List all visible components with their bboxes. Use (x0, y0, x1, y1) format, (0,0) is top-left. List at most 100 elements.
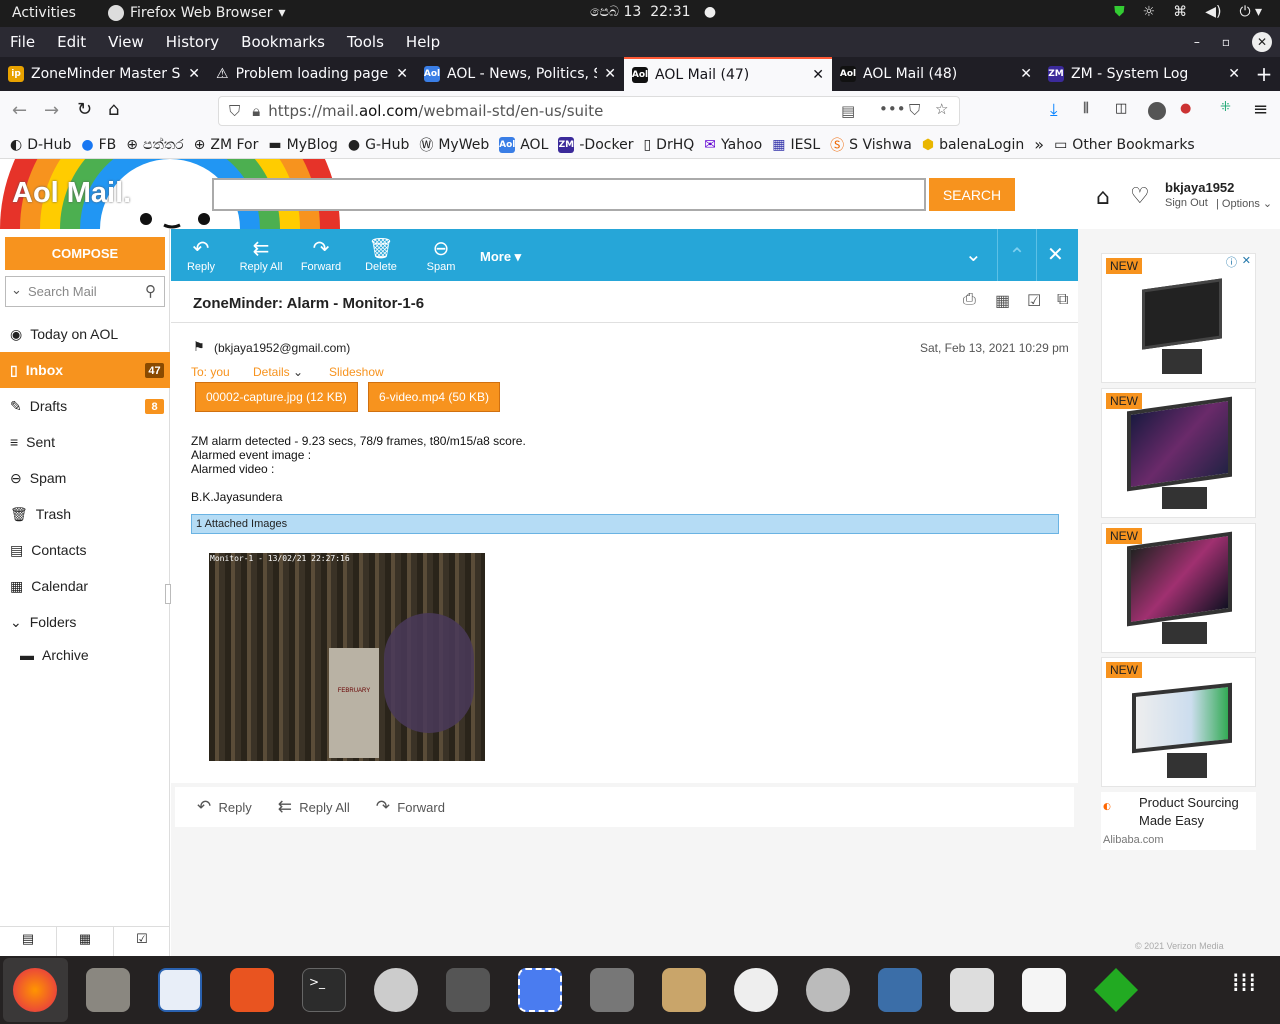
flag-icon[interactable]: ⚑ (193, 339, 205, 355)
aol-search-input[interactable] (212, 178, 926, 211)
power-stats-icon[interactable] (1094, 968, 1138, 1012)
other-bookmarks[interactable]: ▭ Other Bookmarks (1054, 137, 1195, 153)
calendar-icon[interactable]: ▦ (57, 927, 114, 956)
users-icon[interactable] (374, 968, 418, 1012)
nav-spam[interactable]: ⊖ Spam (0, 460, 170, 496)
bookmark-zm-for[interactable]: ⊕ ZM For (194, 137, 259, 153)
bookmark-star-icon[interactable]: ☆ (935, 100, 948, 118)
attachment-capture[interactable]: 00002-capture.jpg (12 KB) (195, 382, 358, 412)
reply-button[interactable]: ↶ Reply (171, 237, 231, 273)
sign-out-link[interactable]: Sign Out (1165, 197, 1208, 209)
ad-tile[interactable]: NEW ⓘ ✕ (1101, 253, 1256, 383)
bookmark-myblog[interactable]: ▬ MyBlog (268, 137, 338, 153)
task-icon[interactable]: ☑ (1027, 291, 1041, 311)
menu-edit[interactable]: Edit (57, 33, 86, 51)
ad-tile[interactable]: NEW (1101, 388, 1256, 518)
updater-icon[interactable] (734, 968, 778, 1012)
print-icon[interactable]: ⎙ (963, 291, 976, 309)
calendar-icon[interactable]: ▦ (995, 291, 1010, 311)
activities-button[interactable]: Activities (12, 5, 76, 21)
firefox-icon[interactable] (13, 968, 57, 1012)
files-icon[interactable] (86, 968, 130, 1012)
menu-file[interactable]: File (10, 33, 35, 51)
nav-contacts[interactable]: ▤ Contacts (0, 532, 170, 568)
extension-icon[interactable]: ● (1180, 101, 1191, 116)
bookmark-yahoo[interactable]: ✉ Yahoo (704, 137, 762, 153)
menu-tools[interactable]: Tools (347, 33, 384, 51)
popout-icon[interactable]: ⧉ (1057, 291, 1068, 309)
reply-all-button[interactable]: ⇇ Reply All (231, 237, 291, 273)
home-icon[interactable]: ⌂ (1096, 185, 1110, 210)
download-icon[interactable]: ⤓ (1050, 100, 1058, 120)
bookmark-iesl[interactable]: ▦ IESL (772, 137, 820, 153)
forward-link[interactable]: ↷ Forward (376, 797, 445, 817)
bookmark-docker[interactable]: ZM -Docker (558, 136, 633, 153)
nav-inbox[interactable]: ▯ Inbox 47 (0, 352, 170, 388)
vm-icon[interactable] (446, 968, 490, 1012)
options-link[interactable]: | Options ⌄ (1216, 197, 1272, 210)
compose-button[interactable]: COMPOSE (5, 237, 165, 270)
archive-manager-icon[interactable] (662, 968, 706, 1012)
close-tab-icon[interactable]: ✕ (604, 66, 616, 82)
close-tab-icon[interactable]: ✕ (1228, 66, 1240, 82)
bookmark-balenalogin[interactable]: ⬢ balenaLogin (922, 137, 1024, 153)
sidebar-icon[interactable]: ◫ (1115, 101, 1127, 116)
more-button[interactable]: More ▾ (480, 249, 521, 265)
forward-button[interactable]: ↷ Forward (291, 237, 351, 273)
chevron-up-icon[interactable]: ⌃ (997, 229, 1037, 281)
slideshow-link[interactable]: Slideshow (329, 365, 384, 379)
tab-aol-mail-48[interactable]: Aol AOL Mail (48) ✕ (832, 57, 1040, 91)
details-link[interactable]: Details ⌄ (253, 365, 303, 379)
bookmark-aol[interactable]: Aol AOL (499, 136, 548, 153)
gimp-icon[interactable] (590, 968, 634, 1012)
heart-icon[interactable]: ♡ (1130, 184, 1150, 209)
camera-snapshot[interactable]: FEBRUARY Monitor-1 - 13/02/21 22:27:16 (209, 553, 485, 761)
text-editor-icon[interactable] (1022, 968, 1066, 1012)
contacts-card-icon[interactable]: ▤ (0, 927, 57, 956)
nav-sent[interactable]: ≡ Sent (0, 424, 170, 460)
search-mail-input[interactable]: ⌄ Search Mail ⚲ (5, 276, 165, 307)
back-icon[interactable]: ← (12, 100, 27, 121)
close-tab-icon[interactable]: ✕ (812, 67, 824, 83)
library-icon[interactable]: ⫼ (1083, 101, 1089, 116)
disks-icon[interactable] (806, 968, 850, 1012)
terminal-icon[interactable]: >_ (302, 968, 346, 1012)
ad-info-icon[interactable]: ⓘ (1226, 254, 1237, 270)
nav-drafts[interactable]: ✎ Drafts 8 (0, 388, 170, 424)
bookmark-d-hub[interactable]: ◐ D-Hub (10, 137, 71, 153)
new-tab-button[interactable]: + (1248, 57, 1280, 91)
url-bar[interactable]: ⛉ 🔒︎ https://mail. aol.com/webmail-std/en… (218, 96, 960, 126)
reply-link[interactable]: ↶ Reply (197, 797, 252, 817)
minimize-icon[interactable]: – (1194, 35, 1200, 49)
apps-icon[interactable]: ⁜ (1220, 100, 1231, 115)
close-tab-icon[interactable]: ✕ (1020, 66, 1032, 82)
reader-view-icon[interactable]: ▤ (841, 102, 855, 120)
nav-trash[interactable]: 🗑︎ Trash (0, 496, 170, 532)
nav-today-on-aol[interactable]: ◉ Today on AOL (0, 316, 170, 352)
reply-all-link[interactable]: ⇇ Reply All (278, 797, 350, 817)
tab-problem-loading[interactable]: ⚠ Problem loading page ✕ (208, 57, 416, 91)
reload-icon[interactable]: ↻ (77, 99, 92, 120)
nav-archive[interactable]: ▬ Archive (0, 637, 170, 673)
tab-zoneminder-master[interactable]: ip ZoneMinder Master Sr ✕ (0, 57, 208, 91)
ad-tile[interactable]: NEW (1101, 523, 1256, 653)
page-actions-icon[interactable]: ••• (879, 100, 906, 118)
nav-folders[interactable]: ⌄ Folders (0, 604, 170, 640)
font-viewer-icon[interactable] (950, 968, 994, 1012)
close-tab-icon[interactable]: ✕ (396, 66, 408, 82)
close-icon[interactable]: ✕ (1242, 254, 1251, 267)
app-menu[interactable]: Firefox Web Browser ▾ (108, 5, 286, 21)
media-icon[interactable] (878, 968, 922, 1012)
menu-history[interactable]: History (166, 33, 219, 51)
clock[interactable]: පෙබ 13 22:31 ● (590, 4, 716, 20)
tab-aol-mail-47[interactable]: Aol AOL Mail (47) ✕ (624, 57, 832, 91)
system-tray[interactable]: ⛊ ☼ ⌘ ◀) ⏻ ▾ (1114, 4, 1262, 20)
spam-button[interactable]: ⊖ Spam (411, 237, 471, 273)
menu-bookmarks[interactable]: Bookmarks (241, 33, 325, 51)
delete-button[interactable]: 🗑︎ Delete (351, 237, 411, 273)
show-apps-icon[interactable]: ⁞⁞⁞ (1222, 968, 1266, 1012)
bookmark-s-vishwa[interactable]: Ⓢ S Vishwa (830, 135, 912, 155)
more-bookmarks-icon[interactable]: » (1034, 135, 1044, 154)
ad-text-block[interactable]: ◐ Product Sourcing Made Easy Alibaba.com (1101, 792, 1256, 850)
attachment-video[interactable]: 6-video.mp4 (50 KB) (368, 382, 501, 412)
